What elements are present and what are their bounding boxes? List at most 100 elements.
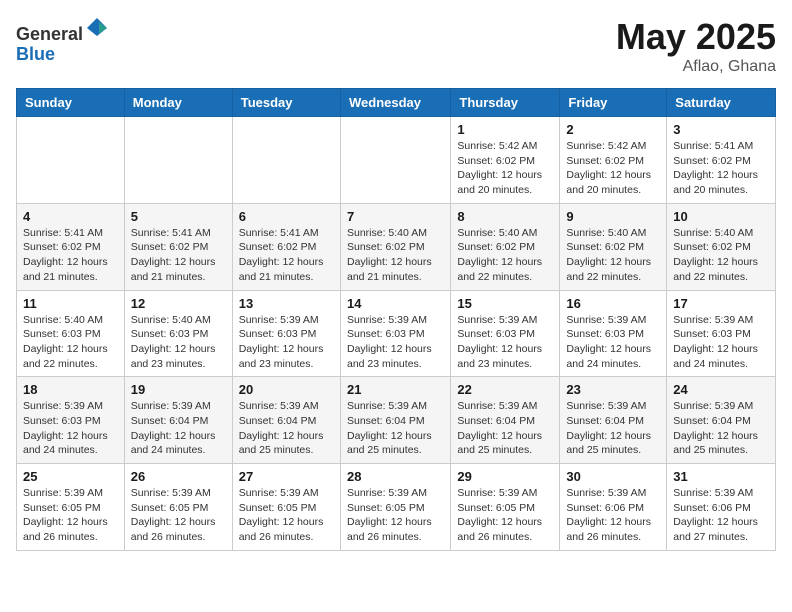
- calendar-cell: 27 Sunrise: 5:39 AM Sunset: 6:05 PM Dayli…: [232, 464, 340, 551]
- day-number: 18: [23, 382, 118, 397]
- calendar-cell: 12 Sunrise: 5:40 AM Sunset: 6:03 PM Dayli…: [124, 290, 232, 377]
- calendar-cell: 29 Sunrise: 5:39 AM Sunset: 6:05 PM Dayli…: [451, 464, 560, 551]
- day-info: Sunrise: 5:39 AM Sunset: 6:06 PM Dayligh…: [566, 486, 660, 545]
- day-number: 13: [239, 296, 334, 311]
- day-info: Sunrise: 5:39 AM Sunset: 6:04 PM Dayligh…: [457, 399, 553, 458]
- day-info: Sunrise: 5:42 AM Sunset: 6:02 PM Dayligh…: [457, 139, 553, 198]
- day-info: Sunrise: 5:39 AM Sunset: 6:03 PM Dayligh…: [23, 399, 118, 458]
- calendar-cell: 3 Sunrise: 5:41 AM Sunset: 6:02 PM Daylig…: [667, 117, 776, 204]
- weekday-header-wednesday: Wednesday: [340, 89, 450, 117]
- calendar-cell: 28Sunrise: 5:39 AM Sunset: 6:05 PM Dayli…: [340, 464, 450, 551]
- day-number: 20: [239, 382, 334, 397]
- day-number: 3: [673, 122, 769, 137]
- day-info: Sunrise: 5:40 AM Sunset: 6:02 PM Dayligh…: [566, 226, 660, 285]
- weekday-header-saturday: Saturday: [667, 89, 776, 117]
- calendar-cell: [340, 117, 450, 204]
- day-info: Sunrise: 5:39 AM Sunset: 6:03 PM Dayligh…: [566, 313, 660, 372]
- day-number: 22: [457, 382, 553, 397]
- day-info: Sunrise: 5:39 AM Sunset: 6:05 PM Dayligh…: [457, 486, 553, 545]
- calendar-week-1: 1 Sunrise: 5:42 AM Sunset: 6:02 PM Daylig…: [17, 117, 776, 204]
- day-number: 30: [566, 469, 660, 484]
- day-info: Sunrise: 5:39 AM Sunset: 6:03 PM Dayligh…: [457, 313, 553, 372]
- day-number: 9: [566, 209, 660, 224]
- calendar-cell: 23 Sunrise: 5:39 AM Sunset: 6:04 PM Dayli…: [560, 377, 667, 464]
- calendar-cell: 26Sunrise: 5:39 AM Sunset: 6:05 PM Dayli…: [124, 464, 232, 551]
- calendar-cell: 18 Sunrise: 5:39 AM Sunset: 6:03 PM Dayli…: [17, 377, 125, 464]
- day-number: 19: [131, 382, 226, 397]
- logo-blue-text: Blue: [16, 44, 55, 64]
- day-number: 2: [566, 122, 660, 137]
- day-info: Sunrise: 5:39 AM Sunset: 6:03 PM Dayligh…: [347, 313, 444, 372]
- calendar-cell: 5Sunrise: 5:41 AM Sunset: 6:02 PM Daylig…: [124, 203, 232, 290]
- day-info: Sunrise: 5:39 AM Sunset: 6:04 PM Dayligh…: [673, 399, 769, 458]
- day-info: Sunrise: 5:40 AM Sunset: 6:02 PM Dayligh…: [347, 226, 444, 285]
- day-info: Sunrise: 5:39 AM Sunset: 6:03 PM Dayligh…: [239, 313, 334, 372]
- calendar-cell: 19 Sunrise: 5:39 AM Sunset: 6:04 PM Dayli…: [124, 377, 232, 464]
- calendar-cell: 22 Sunrise: 5:39 AM Sunset: 6:04 PM Dayli…: [451, 377, 560, 464]
- day-number: 29: [457, 469, 553, 484]
- day-info: Sunrise: 5:39 AM Sunset: 6:04 PM Dayligh…: [566, 399, 660, 458]
- calendar-cell: 2Sunrise: 5:42 AM Sunset: 6:02 PM Daylig…: [560, 117, 667, 204]
- day-info: Sunrise: 5:39 AM Sunset: 6:03 PM Dayligh…: [673, 313, 769, 372]
- day-info: Sunrise: 5:41 AM Sunset: 6:02 PM Dayligh…: [23, 226, 118, 285]
- day-number: 11: [23, 296, 118, 311]
- calendar-cell: 25Sunrise: 5:39 AM Sunset: 6:05 PM Dayli…: [17, 464, 125, 551]
- day-number: 7: [347, 209, 444, 224]
- day-info: Sunrise: 5:39 AM Sunset: 6:05 PM Dayligh…: [239, 486, 334, 545]
- calendar-cell: 20 Sunrise: 5:39 AM Sunset: 6:04 PM Dayli…: [232, 377, 340, 464]
- weekday-header-friday: Friday: [560, 89, 667, 117]
- calendar-cell: 30 Sunrise: 5:39 AM Sunset: 6:06 PM Dayli…: [560, 464, 667, 551]
- calendar-table: SundayMondayTuesdayWednesdayThursdayFrid…: [16, 88, 776, 551]
- day-number: 6: [239, 209, 334, 224]
- day-number: 1: [457, 122, 553, 137]
- day-number: 27: [239, 469, 334, 484]
- calendar-cell: 1 Sunrise: 5:42 AM Sunset: 6:02 PM Daylig…: [451, 117, 560, 204]
- calendar-cell: 17 Sunrise: 5:39 AM Sunset: 6:03 PM Dayli…: [667, 290, 776, 377]
- day-info: Sunrise: 5:40 AM Sunset: 6:02 PM Dayligh…: [673, 226, 769, 285]
- calendar-title: May 2025: [616, 16, 776, 58]
- day-info: Sunrise: 5:39 AM Sunset: 6:04 PM Dayligh…: [131, 399, 226, 458]
- page-header: General Blue May 2025 Aflao, Ghana: [16, 16, 776, 76]
- day-info: Sunrise: 5:39 AM Sunset: 6:05 PM Dayligh…: [131, 486, 226, 545]
- day-number: 31: [673, 469, 769, 484]
- calendar-cell: [124, 117, 232, 204]
- weekday-header-thursday: Thursday: [451, 89, 560, 117]
- day-info: Sunrise: 5:40 AM Sunset: 6:03 PM Dayligh…: [131, 313, 226, 372]
- day-number: 15: [457, 296, 553, 311]
- calendar-cell: 9 Sunrise: 5:40 AM Sunset: 6:02 PM Daylig…: [560, 203, 667, 290]
- day-number: 28: [347, 469, 444, 484]
- calendar-cell: 4 Sunrise: 5:41 AM Sunset: 6:02 PM Daylig…: [17, 203, 125, 290]
- day-number: 12: [131, 296, 226, 311]
- calendar-location: Aflao, Ghana: [616, 58, 776, 76]
- calendar-week-4: 18 Sunrise: 5:39 AM Sunset: 6:03 PM Dayli…: [17, 377, 776, 464]
- logo-icon: [85, 16, 109, 40]
- day-info: Sunrise: 5:40 AM Sunset: 6:03 PM Dayligh…: [23, 313, 118, 372]
- calendar-cell: [232, 117, 340, 204]
- day-info: Sunrise: 5:41 AM Sunset: 6:02 PM Dayligh…: [239, 226, 334, 285]
- day-info: Sunrise: 5:39 AM Sunset: 6:04 PM Dayligh…: [239, 399, 334, 458]
- calendar-cell: 16Sunrise: 5:39 AM Sunset: 6:03 PM Dayli…: [560, 290, 667, 377]
- calendar-cell: 15 Sunrise: 5:39 AM Sunset: 6:03 PM Dayli…: [451, 290, 560, 377]
- calendar-cell: 14Sunrise: 5:39 AM Sunset: 6:03 PM Dayli…: [340, 290, 450, 377]
- calendar-cell: 11 Sunrise: 5:40 AM Sunset: 6:03 PM Dayli…: [17, 290, 125, 377]
- calendar-cell: 13 Sunrise: 5:39 AM Sunset: 6:03 PM Dayli…: [232, 290, 340, 377]
- calendar-cell: [17, 117, 125, 204]
- calendar-cell: 21 Sunrise: 5:39 AM Sunset: 6:04 PM Dayli…: [340, 377, 450, 464]
- day-info: Sunrise: 5:39 AM Sunset: 6:04 PM Dayligh…: [347, 399, 444, 458]
- day-number: 25: [23, 469, 118, 484]
- logo: General Blue: [16, 16, 111, 65]
- weekday-header-monday: Monday: [124, 89, 232, 117]
- calendar-header-row: SundayMondayTuesdayWednesdayThursdayFrid…: [17, 89, 776, 117]
- day-number: 21: [347, 382, 444, 397]
- day-number: 4: [23, 209, 118, 224]
- day-number: 23: [566, 382, 660, 397]
- title-block: May 2025 Aflao, Ghana: [616, 16, 776, 76]
- weekday-header-sunday: Sunday: [17, 89, 125, 117]
- day-info: Sunrise: 5:41 AM Sunset: 6:02 PM Dayligh…: [131, 226, 226, 285]
- day-info: Sunrise: 5:41 AM Sunset: 6:02 PM Dayligh…: [673, 139, 769, 198]
- day-number: 17: [673, 296, 769, 311]
- logo-general-text: General: [16, 24, 83, 44]
- calendar-cell: 31 Sunrise: 5:39 AM Sunset: 6:06 PM Dayli…: [667, 464, 776, 551]
- calendar-cell: 10Sunrise: 5:40 AM Sunset: 6:02 PM Dayli…: [667, 203, 776, 290]
- day-info: Sunrise: 5:39 AM Sunset: 6:06 PM Dayligh…: [673, 486, 769, 545]
